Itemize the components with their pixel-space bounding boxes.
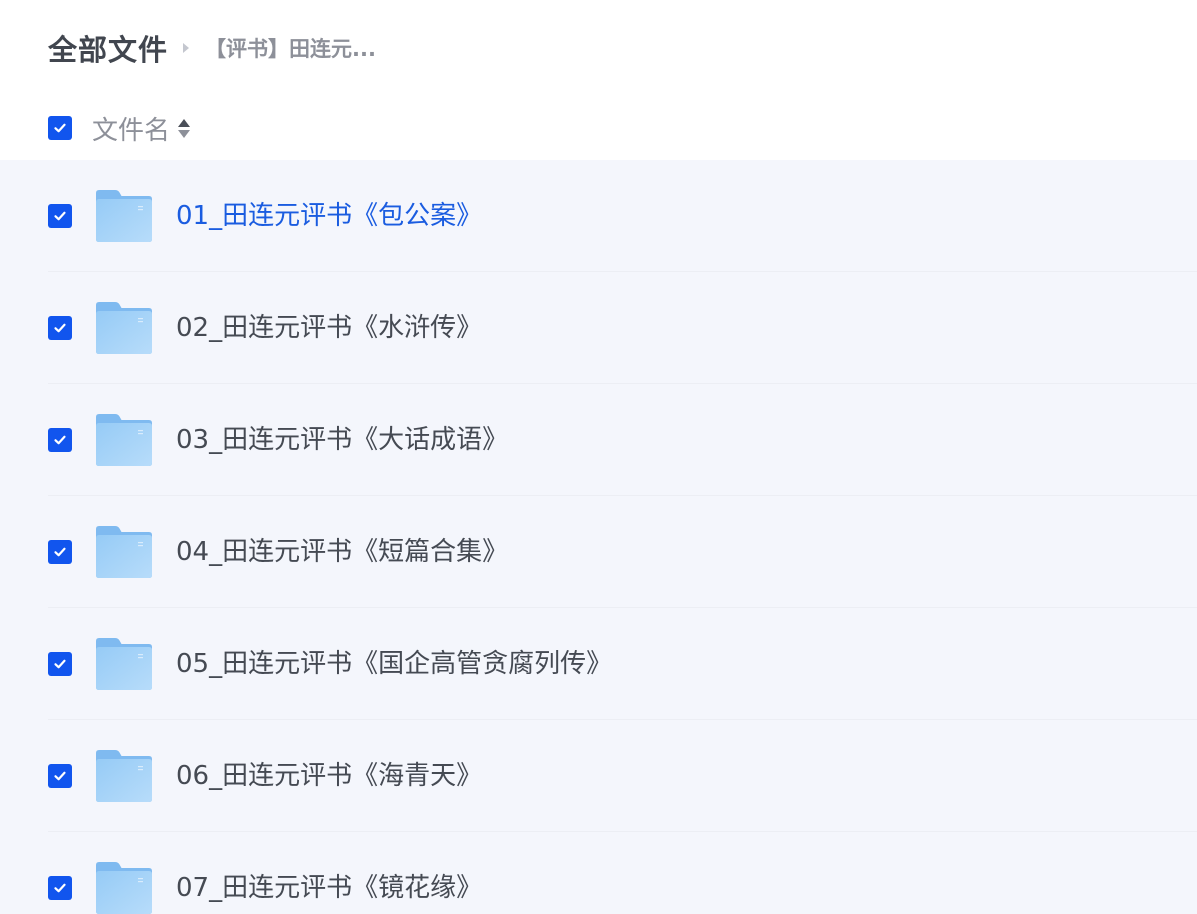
checkmark-icon	[54, 883, 66, 893]
row-checkbox[interactable]	[48, 540, 72, 564]
sort-icon[interactable]	[178, 118, 191, 138]
file-name[interactable]: 07_田连元评书《镜花缘》	[176, 868, 482, 908]
sort-ascending-icon	[178, 118, 191, 127]
sort-descending-icon	[178, 129, 191, 138]
file-name[interactable]: 06_田连元评书《海青天》	[176, 756, 482, 796]
file-name[interactable]: 02_田连元评书《水浒传》	[176, 308, 482, 348]
breadcrumb-current: 【评书】田连元...	[205, 37, 376, 61]
checkmark-icon	[54, 771, 66, 781]
checkmark-icon	[54, 547, 66, 557]
select-all-checkbox[interactable]	[48, 116, 72, 140]
breadcrumb: 全部文件 【评书】田连元...	[48, 26, 376, 70]
file-name[interactable]: 01_田连元评书《包公案》	[176, 196, 482, 236]
file-row[interactable]: 02_田连元评书《水浒传》	[0, 272, 1197, 384]
folder-icon[interactable]	[95, 749, 153, 803]
breadcrumb-root[interactable]: 全部文件	[48, 27, 168, 69]
file-row[interactable]: 05_田连元评书《国企高管贪腐列传》	[0, 608, 1197, 720]
folder-icon[interactable]	[95, 525, 153, 579]
file-row[interactable]: 07_田连元评书《镜花缘》	[0, 832, 1197, 914]
folder-icon[interactable]	[95, 637, 153, 691]
checkmark-icon	[54, 123, 66, 133]
file-row[interactable]: 01_田连元评书《包公案》	[0, 160, 1197, 272]
folder-icon[interactable]	[95, 861, 153, 914]
page-header: 全部文件 【评书】田连元... 文件名	[0, 0, 1197, 160]
folder-icon[interactable]	[95, 189, 153, 243]
column-label-filename[interactable]: 文件名	[92, 110, 170, 147]
file-list: 01_田连元评书《包公案》 02_田连元评书《水浒传》 03_田连元评书《大话成语》…	[0, 160, 1197, 914]
row-checkbox[interactable]	[48, 204, 72, 228]
chevron-right-icon	[183, 43, 190, 53]
row-checkbox[interactable]	[48, 876, 72, 900]
checkmark-icon	[54, 211, 66, 221]
column-header: 文件名	[48, 108, 191, 148]
row-checkbox[interactable]	[48, 764, 72, 788]
row-checkbox[interactable]	[48, 316, 72, 340]
file-row[interactable]: 04_田连元评书《短篇合集》	[0, 496, 1197, 608]
row-checkbox[interactable]	[48, 428, 72, 452]
checkmark-icon	[54, 659, 66, 669]
file-row[interactable]: 06_田连元评书《海青天》	[0, 720, 1197, 832]
row-checkbox[interactable]	[48, 652, 72, 676]
file-row[interactable]: 03_田连元评书《大话成语》	[0, 384, 1197, 496]
checkmark-icon	[54, 435, 66, 445]
folder-icon[interactable]	[95, 301, 153, 355]
file-name[interactable]: 04_田连元评书《短篇合集》	[176, 532, 508, 572]
file-name[interactable]: 03_田连元评书《大话成语》	[176, 420, 508, 460]
file-name[interactable]: 05_田连元评书《国企高管贪腐列传》	[176, 644, 612, 684]
checkmark-icon	[54, 323, 66, 333]
folder-icon[interactable]	[95, 413, 153, 467]
